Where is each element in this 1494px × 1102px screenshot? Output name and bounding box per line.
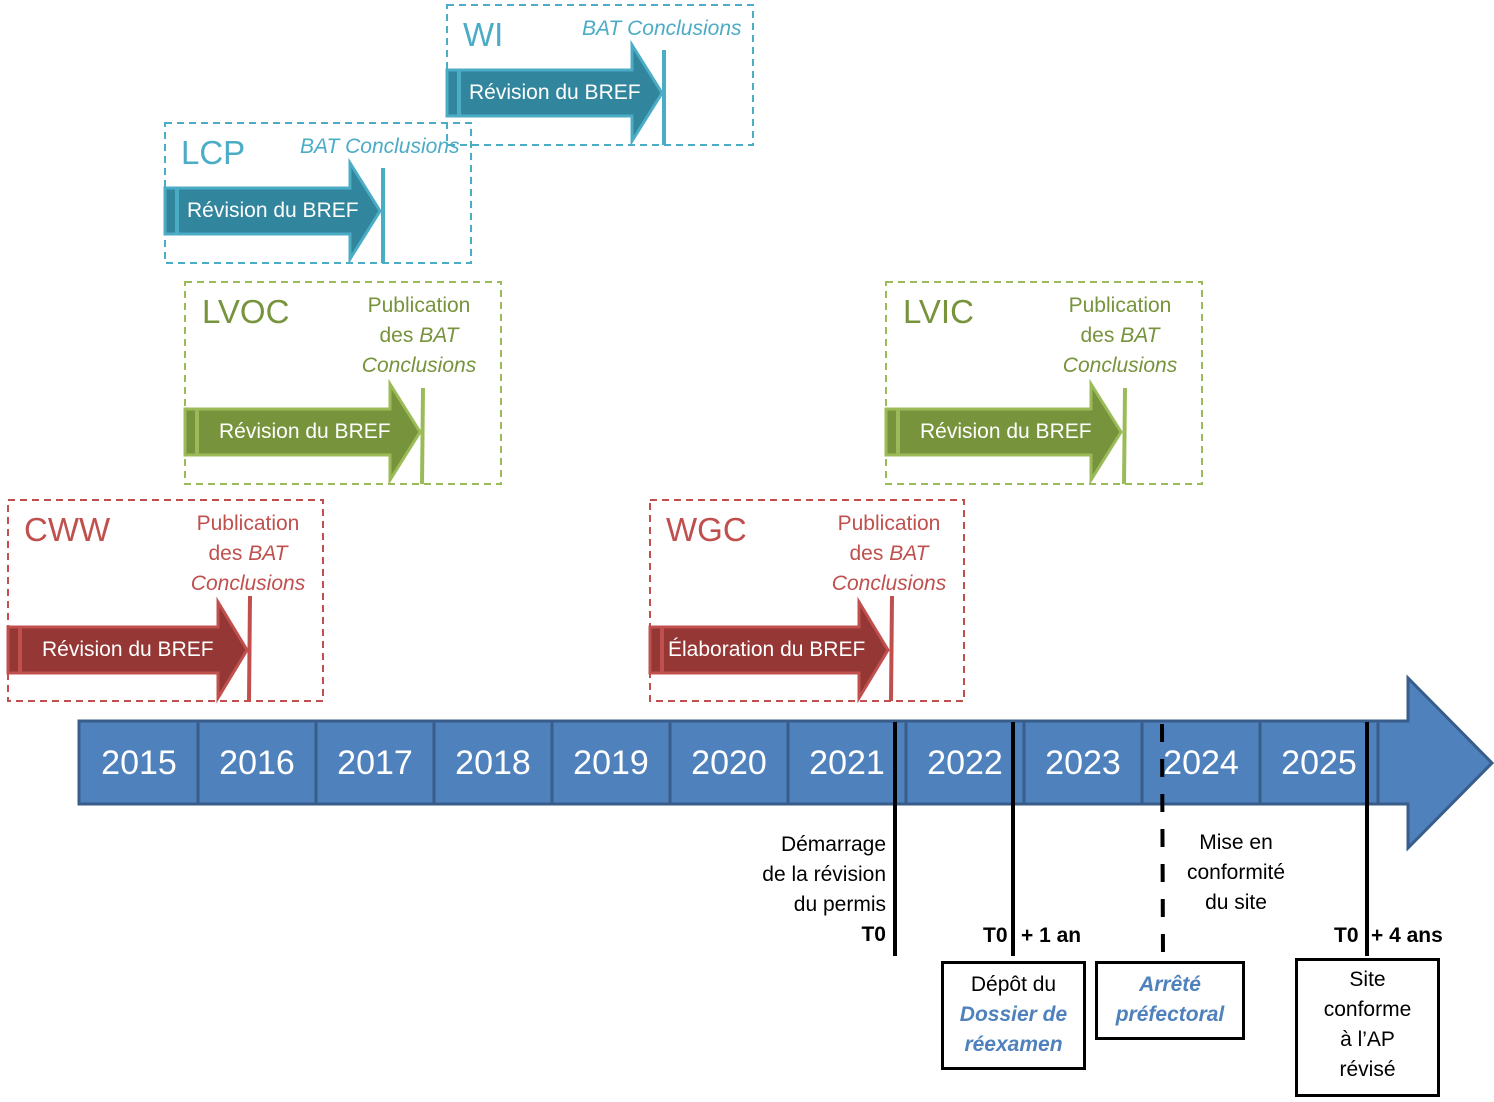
text-line: à l’AP [1340,1028,1395,1051]
publication-line: Publication [837,512,941,535]
bat-text: BAT [248,542,288,565]
arrete-prefectoral-box: Arrêté préfectoral [1095,961,1245,1040]
lcp-label: LCP [181,134,246,171]
t0-label: T0 [983,924,1008,947]
publication-line: Publication [196,512,300,535]
cww-arrow-label: Révision du BREF [42,638,214,661]
text-line: de la révision [762,863,886,886]
des-text: des [849,542,884,565]
text-line: Dépôt du [970,973,1057,996]
year-2022: 2022 [927,744,1003,782]
text-line: préfectoral [1115,1003,1225,1026]
publication-line: Publication [367,294,471,317]
lcp-arrow-label: Révision du BREF [187,199,359,222]
cww-publication-text: Publication des BAT Conclusions [173,509,323,599]
text-line: Arrêté [1139,973,1201,996]
t0-label: T0 [861,923,886,946]
publication-line: des BAT [814,539,964,569]
publication-line: des BAT [344,321,494,351]
year-2015: 2015 [101,744,177,782]
lvic-publication-line [1122,387,1127,485]
t0-label: T0 [1334,924,1359,947]
site-conforme-box: Site conforme à l’AP révisé [1295,958,1440,1097]
text-line: conformité [1186,861,1286,884]
wi-publication-text: BAT Conclusions [582,17,742,40]
year-2020: 2020 [691,744,767,782]
lvoc-publication-text: Publication des BAT Conclusions [344,291,494,381]
text-line: du site [1205,891,1267,914]
wgc-arrow-label: Élaboration du BREF [668,638,866,661]
lvoc-label: LVOC [202,293,290,330]
text-line: révisé [1339,1058,1396,1081]
lcp-publication-text: BAT Conclusions [300,135,460,158]
text-line: réexamen [964,1033,1063,1056]
year-2018: 2018 [455,744,531,782]
lvoc-publication-line [420,387,425,485]
des-text: des [208,542,243,565]
wgc-publication-line [889,595,894,702]
text-line: conforme [1323,998,1412,1021]
publication-line: Publication [1068,294,1172,317]
year-2024: 2024 [1163,744,1239,782]
plus-4-years-label: + 4 ans [1371,924,1443,947]
publication-line: des BAT [1045,321,1195,351]
year-2023: 2023 [1045,744,1121,782]
text-line: du permis [793,893,886,916]
wi-label: WI [463,16,504,53]
lvic-publication-text: Publication des BAT Conclusions [1045,291,1195,381]
year-2016: 2016 [219,744,295,782]
bref-timeline-diagram: WI BAT Conclusions Révision du BREF LCP … [0,0,1494,1102]
year-2017: 2017 [337,744,413,782]
plus-1-year-label: + 1 an [1021,924,1082,947]
bat-text: BAT [1120,324,1160,347]
compliance-text: Mise en conformité du site [1166,828,1306,918]
des-text: des [1080,324,1115,347]
text-line: Dossier de [959,1003,1068,1026]
conclusions-text: Conclusions [361,354,477,377]
publication-line: des BAT [173,539,323,569]
cww-publication-line [247,595,252,702]
lvoc-arrow-label: Révision du BREF [219,420,391,443]
year-2021: 2021 [809,744,885,782]
year-2025: 2025 [1281,744,1357,782]
start-revision-text: Démarrage de la révision du permis T0 [700,830,886,950]
wgc-label: WGC [666,511,747,548]
bat-text: BAT [419,324,459,347]
lvic-label: LVIC [903,293,974,330]
text-line: Démarrage [780,833,886,856]
cww-label: CWW [24,511,111,548]
wgc-publication-text: Publication des BAT Conclusions [814,509,964,599]
des-text: des [379,324,414,347]
text-line: Mise en [1199,831,1273,854]
wi-arrow-label: Révision du BREF [469,81,641,104]
conclusions-text: Conclusions [1062,354,1178,377]
lvic-arrow-label: Révision du BREF [920,420,1092,443]
bat-text: BAT [889,542,929,565]
conclusions-text: Conclusions [190,572,306,595]
year-2019: 2019 [573,744,649,782]
depot-dossier-box: Dépôt du Dossier de réexamen [941,961,1086,1070]
text-line: Site [1349,968,1386,991]
conclusions-text: Conclusions [831,572,947,595]
